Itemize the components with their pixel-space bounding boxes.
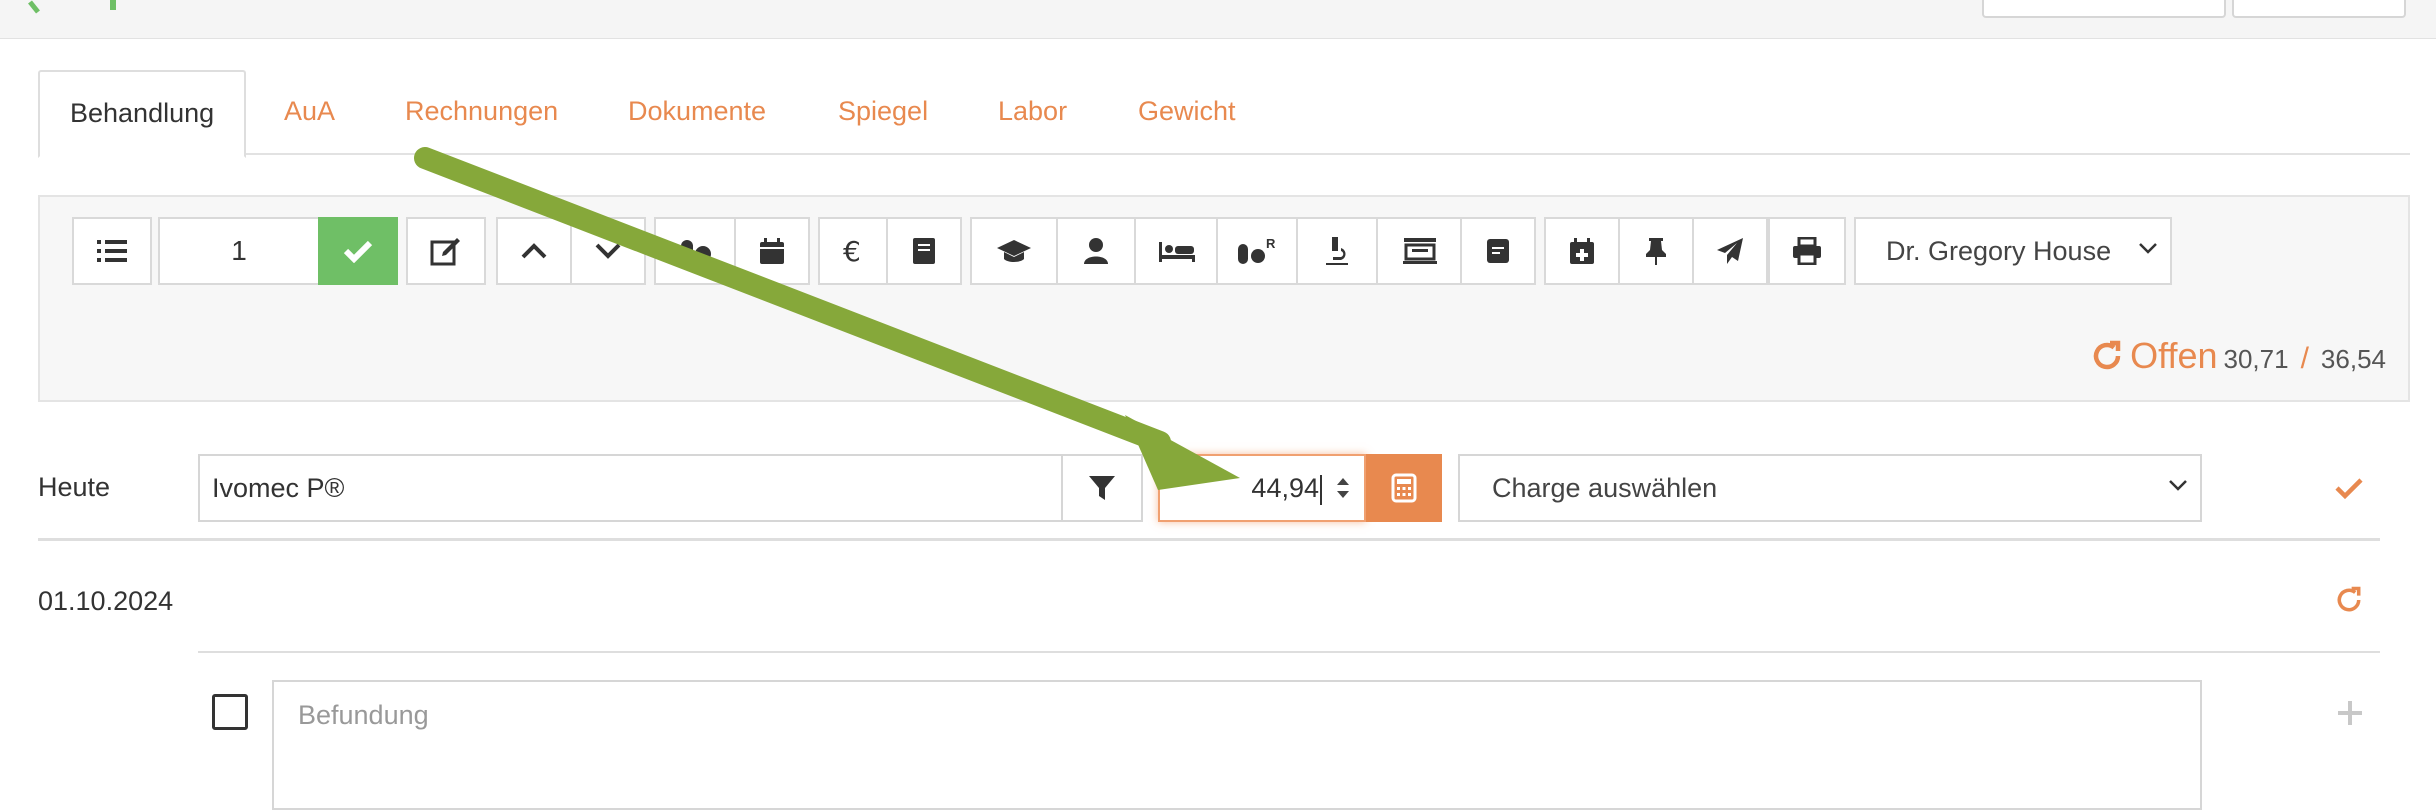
list-icon <box>97 240 127 262</box>
send-button[interactable] <box>1692 217 1768 285</box>
cash-register-button[interactable] <box>1376 217 1464 285</box>
pills-icon <box>681 240 711 262</box>
doctor-select-value: Dr. Gregory House <box>1886 236 2112 266</box>
tab-aua[interactable]: AuA <box>284 70 335 153</box>
treatment-toolbar-panel: 1 € R Dr. Gregory House Offen 30,71 / 36… <box>38 195 2410 402</box>
divider <box>198 651 2380 653</box>
doctor-select[interactable]: Dr. Gregory House <box>1854 217 2172 285</box>
refresh-icon[interactable] <box>2334 585 2364 615</box>
balance-separator: / <box>2300 342 2309 375</box>
filter-button[interactable] <box>1063 454 1143 522</box>
refresh-icon[interactable] <box>2090 339 2124 373</box>
cash-register-icon <box>1403 238 1437 264</box>
divider <box>38 538 2380 541</box>
quantity-input[interactable]: 44,94 <box>1158 454 1366 522</box>
calculator-icon <box>1391 473 1417 503</box>
prescription-button[interactable]: R <box>1216 217 1298 285</box>
thumbtack-icon <box>1646 238 1666 265</box>
receipt-icon <box>1487 239 1509 263</box>
move-up-button[interactable] <box>496 217 572 285</box>
chevron-up-icon <box>521 243 547 259</box>
tab-rechnungen[interactable]: Rechnungen <box>405 70 558 153</box>
tab-gewicht[interactable]: Gewicht <box>1138 70 1236 153</box>
filter-icon <box>1089 476 1115 500</box>
charge-select[interactable]: Charge auswählen <box>1458 454 2202 522</box>
book-button[interactable] <box>886 217 962 285</box>
chevron-down-icon <box>595 243 621 259</box>
chevron-down-icon <box>2139 243 2157 254</box>
bed-icon <box>1159 242 1195 262</box>
confirm-entry-icon[interactable] <box>2334 476 2364 500</box>
appointment-button[interactable] <box>1544 217 1620 285</box>
medication-button[interactable] <box>654 217 736 285</box>
tab-behandlung[interactable]: Behandlung <box>38 70 247 158</box>
text-cursor <box>1320 474 1322 505</box>
tab-spiegel[interactable]: Spiegel <box>838 70 928 153</box>
spinner-icon[interactable] <box>1334 474 1352 502</box>
open-amount: 30,71 <box>2223 344 2289 374</box>
graduation-cap-icon <box>997 240 1031 262</box>
today-label: Heute <box>38 472 111 502</box>
header-button[interactable] <box>1982 0 2226 18</box>
billing-button[interactable]: € <box>818 217 888 285</box>
print-button[interactable] <box>1768 217 1846 285</box>
paper-plane-icon <box>1717 238 1743 264</box>
list-button[interactable] <box>72 217 152 285</box>
total-amount: 36,54 <box>2320 344 2386 374</box>
add-icon[interactable] <box>2337 700 2363 726</box>
book-icon <box>913 238 935 264</box>
svg-text:R: R <box>1266 236 1276 251</box>
tab-bar: Behandlung AuA Rechnungen Dokumente Spie… <box>38 70 2410 158</box>
calendar-button[interactable] <box>734 217 810 285</box>
education-button[interactable] <box>970 217 1058 285</box>
open-balance: Offen 30,71 / 36,54 <box>2090 335 2386 377</box>
lab-button[interactable] <box>1296 217 1378 285</box>
history-date: 01.10.2024 <box>38 586 174 616</box>
balance-label: Offen <box>2130 335 2218 376</box>
calendar-icon <box>760 238 784 264</box>
receipt-button[interactable] <box>1460 217 1536 285</box>
microscope-icon <box>1326 237 1348 265</box>
drug-input[interactable]: Ivomec P® <box>198 454 1063 522</box>
euro-icon: € <box>843 237 861 265</box>
chevron-down-icon <box>2169 480 2187 491</box>
calendar-plus-icon <box>1570 238 1594 264</box>
edit-button[interactable] <box>406 217 486 285</box>
logo-icon <box>28 0 116 14</box>
print-icon <box>1793 237 1821 265</box>
edit-icon <box>430 238 460 266</box>
inpatient-button[interactable] <box>1134 217 1220 285</box>
move-down-button[interactable] <box>570 217 646 285</box>
check-icon <box>343 240 373 263</box>
top-bar <box>0 0 2436 39</box>
calculator-button[interactable] <box>1366 454 1442 522</box>
tab-labor[interactable]: Labor <box>998 70 1067 153</box>
pin-button[interactable] <box>1618 217 1694 285</box>
svg-text:€: € <box>843 237 861 265</box>
confirm-count-button[interactable] <box>318 217 398 285</box>
count-input[interactable]: 1 <box>158 217 318 285</box>
tab-dokumente[interactable]: Dokumente <box>628 70 766 153</box>
user-icon <box>1084 238 1108 264</box>
befund-checkbox[interactable] <box>212 694 248 730</box>
owner-button[interactable] <box>1056 217 1136 285</box>
quantity-value: 44,94 <box>1251 473 1319 503</box>
header-button[interactable] <box>2232 0 2406 18</box>
befund-textarea[interactable]: Befundung <box>272 680 2202 810</box>
prescription-pills-icon: R <box>1238 236 1276 264</box>
charge-select-value: Charge auswählen <box>1492 473 1718 503</box>
